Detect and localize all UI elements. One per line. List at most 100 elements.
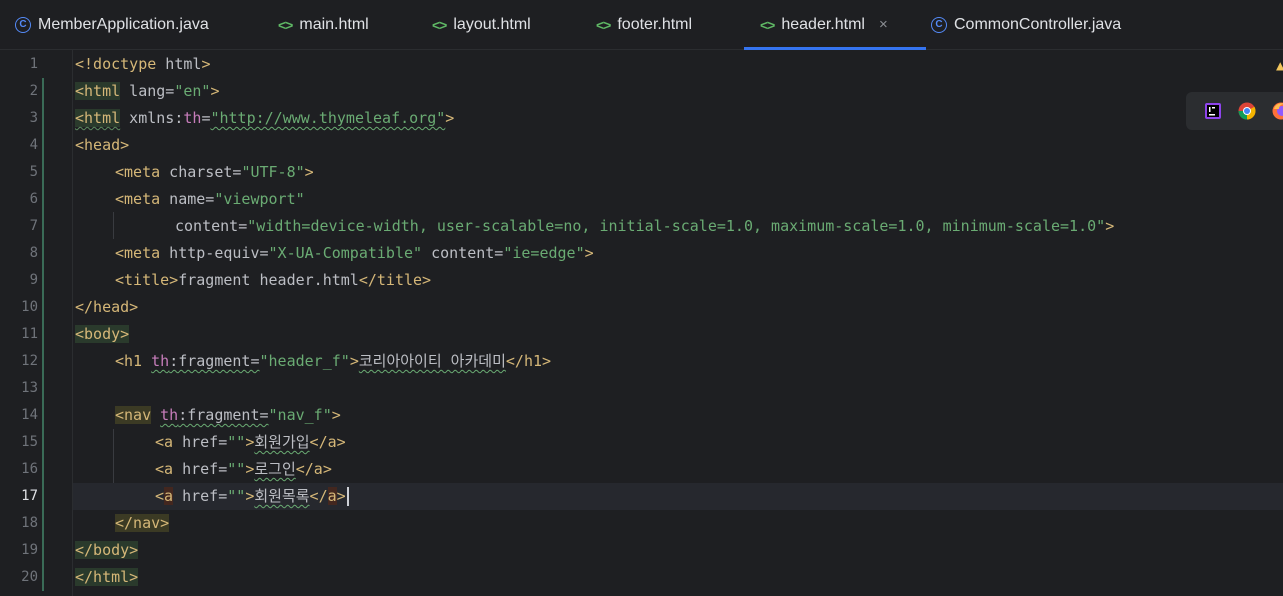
code-line-14[interactable]: <nav th:fragment="nav_f"> xyxy=(73,402,1283,429)
code-line-7[interactable]: content="width=device-width, user-scalab… xyxy=(73,213,1283,240)
code-token: a xyxy=(164,487,174,505)
line-number: 5 xyxy=(29,164,38,180)
tab-member-application[interactable]: C MemberApplication.java xyxy=(15,0,209,49)
line-number: 16 xyxy=(21,461,38,477)
code-line-6[interactable]: <meta name="viewport" xyxy=(73,186,1283,213)
line-number-gutter[interactable]: 1 2 3 4 5 6 7 8 9 10 11 12 13 14 15 16 1… xyxy=(0,50,73,596)
code-line-8[interactable]: <meta http-equiv="X-UA-Compatible" conte… xyxy=(73,240,1283,267)
code-token: 코리아아이티 아카데미 xyxy=(358,352,506,370)
code-token: </body> xyxy=(75,541,139,559)
code-token: content= xyxy=(422,244,504,262)
code-line-12[interactable]: <h1 th:fragment="header_f">코리아아이티 아카데미</… xyxy=(73,348,1283,375)
code-token: 회원목록 xyxy=(254,487,310,505)
tab-common-controller[interactable]: C CommonController.java xyxy=(931,0,1121,49)
warning-icon[interactable]: ▲ xyxy=(1276,58,1283,74)
code-token: name= xyxy=(160,190,215,208)
tab-main-html[interactable]: <> main.html xyxy=(278,0,369,49)
html-file-icon: <> xyxy=(278,16,293,33)
code-token: <head> xyxy=(75,136,130,154)
code-token: </nav> xyxy=(115,514,170,532)
editor-tab-bar: C MemberApplication.java <> main.html <>… xyxy=(0,0,1283,50)
line-number: 12 xyxy=(21,353,38,369)
code-token: "" xyxy=(227,433,246,451)
html-file-icon: <> xyxy=(596,16,611,33)
tab-label: main.html xyxy=(299,15,369,33)
code-token: > xyxy=(349,352,359,370)
html-file-icon: <> xyxy=(432,16,447,33)
code-line-20[interactable]: </html> xyxy=(73,564,1283,591)
line-number: 19 xyxy=(21,542,38,558)
tab-header-html[interactable]: <> header.html × xyxy=(744,0,926,50)
html-file-icon: <> xyxy=(760,16,775,33)
code-token: th xyxy=(151,352,170,370)
code-token: <meta xyxy=(115,163,161,181)
code-token: <html xyxy=(75,109,121,127)
code-token: > xyxy=(584,244,594,262)
code-token: > xyxy=(245,433,255,451)
code-token: "UTF-8" xyxy=(241,163,305,181)
code-token: </a> xyxy=(295,460,332,478)
java-class-icon: C xyxy=(931,16,947,33)
line-number: 20 xyxy=(21,569,38,585)
code-line-2[interactable]: <html lang="en"> xyxy=(73,78,1283,105)
line-number: 3 xyxy=(29,110,38,126)
code-token: lang= xyxy=(120,82,175,100)
code-token: <body> xyxy=(75,325,130,343)
line-number: 8 xyxy=(29,245,38,261)
text-caret xyxy=(346,487,349,506)
tab-label: footer.html xyxy=(617,15,693,33)
code-line-17-current[interactable]: <a href="">회원목록</a> xyxy=(73,483,1283,510)
code-token: :fragment= xyxy=(178,406,269,424)
close-icon[interactable]: × xyxy=(879,16,888,33)
code-token: <a xyxy=(155,433,174,451)
line-number: 1 xyxy=(29,56,38,72)
code-token: "X-UA-Compatible" xyxy=(268,244,423,262)
line-number: 7 xyxy=(29,218,38,234)
code-token: > xyxy=(445,109,455,127)
code-token: > xyxy=(304,163,314,181)
code-line-11[interactable]: <body> xyxy=(73,321,1283,348)
code-line-9[interactable]: <title>fragment header.html</title> xyxy=(73,267,1283,294)
code-token: html xyxy=(156,55,202,73)
line-number: 15 xyxy=(21,434,38,450)
code-token: <!doctype xyxy=(75,55,157,73)
intellij-icon[interactable] xyxy=(1203,101,1223,121)
code-token: <meta xyxy=(115,244,161,262)
tab-label: layout.html xyxy=(453,15,531,33)
vcs-change-marker[interactable] xyxy=(42,78,44,591)
code-token: > xyxy=(245,460,255,478)
code-token: < xyxy=(155,487,165,505)
code-token: th xyxy=(160,406,179,424)
code-token: "ie=edge" xyxy=(503,244,585,262)
java-class-icon: C xyxy=(15,16,31,33)
code-line-19[interactable]: </body> xyxy=(73,537,1283,564)
firefox-icon[interactable] xyxy=(1271,101,1283,121)
code-token: > xyxy=(210,82,220,100)
code-line-13[interactable] xyxy=(73,375,1283,402)
code-line-3[interactable]: <html xmlns:th="http://www.thymeleaf.org… xyxy=(73,105,1283,132)
line-number: 11 xyxy=(21,326,38,342)
code-line-15[interactable]: <a href="">회원가입</a> xyxy=(73,429,1283,456)
code-token: <a xyxy=(155,460,174,478)
code-line-10[interactable]: </head> xyxy=(73,294,1283,321)
code-line-18[interactable]: </nav> xyxy=(73,510,1283,537)
tab-layout-html[interactable]: <> layout.html xyxy=(432,0,531,49)
tab-footer-html[interactable]: <> footer.html xyxy=(596,0,692,49)
chrome-icon[interactable] xyxy=(1237,101,1257,121)
code-line-5[interactable]: <meta charset="UTF-8"> xyxy=(73,159,1283,186)
code-editor[interactable]: <!doctype html> <html lang="en"> <html x… xyxy=(73,50,1283,596)
code-token: <title> xyxy=(115,271,179,289)
code-token: :fragment= xyxy=(169,352,260,370)
code-line-4[interactable]: <head> xyxy=(73,132,1283,159)
code-line-16[interactable]: <a href="">로그인</a> xyxy=(73,456,1283,483)
code-token: href= xyxy=(173,460,228,478)
code-token: xmlns: xyxy=(120,109,184,127)
code-token: content= xyxy=(175,217,248,235)
code-token: <h1 xyxy=(115,352,143,370)
code-line-1[interactable]: <!doctype html> xyxy=(73,51,1283,78)
line-number: 4 xyxy=(29,137,38,153)
code-token: "" xyxy=(227,487,246,505)
code-token: </ xyxy=(309,487,328,505)
line-number: 6 xyxy=(29,191,38,207)
code-token: fragment header.html xyxy=(178,271,359,289)
